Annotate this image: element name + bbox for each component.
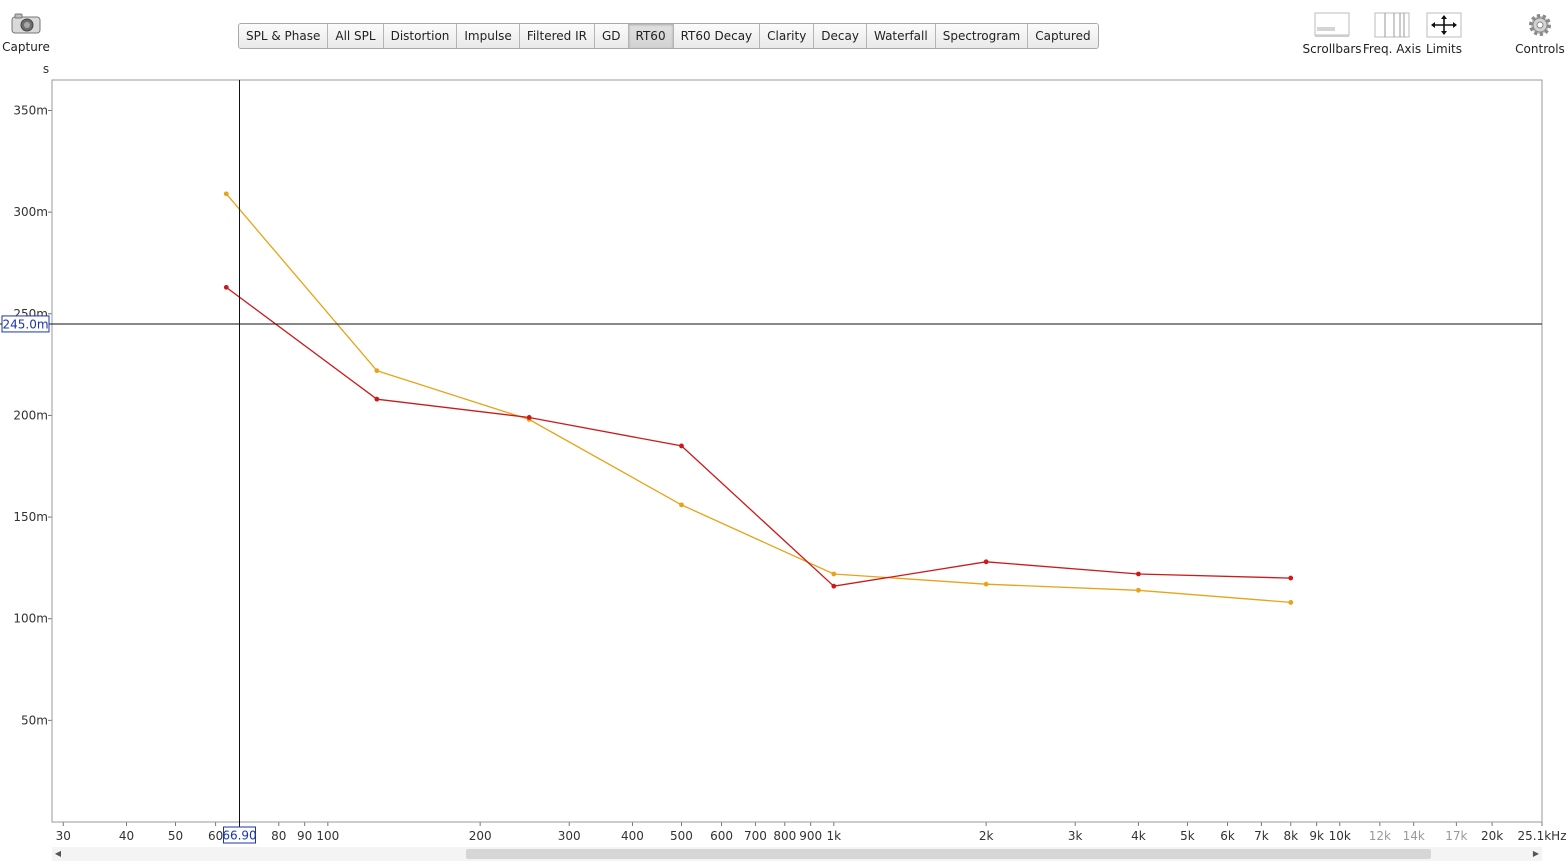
y-tick-label: 100m — [13, 612, 48, 626]
x-tick-label: 9k — [1309, 829, 1324, 843]
x-tick-label: 800 — [773, 829, 796, 843]
x-tick-label: 40 — [119, 829, 134, 843]
x-tick-label: 10k — [1329, 829, 1351, 843]
capture-label: Capture — [2, 40, 50, 54]
x-tick-label: 80 — [271, 829, 286, 843]
tab-clarity[interactable]: Clarity — [760, 24, 815, 48]
y-axis-unit-label: s — [43, 62, 49, 76]
freq-axis-button[interactable]: Freq. Axis — [1362, 10, 1422, 58]
x-tick-label: 300 — [558, 829, 581, 843]
x-tick-label: 17k — [1445, 829, 1467, 843]
x-tick-label: 5k — [1180, 829, 1195, 843]
y-tick-label: 50m — [21, 713, 48, 727]
tab-decay[interactable]: Decay — [814, 24, 867, 48]
y-tick-label: 300m — [13, 205, 48, 219]
tab-filtered-ir[interactable]: Filtered IR — [519, 24, 595, 48]
series-point-0 — [831, 571, 837, 577]
x-tick-label: 20k — [1481, 829, 1503, 843]
scrollbars-label: Scrollbars — [1302, 42, 1362, 56]
series-point-1 — [1136, 571, 1141, 577]
y-tick-label: 150m — [13, 510, 48, 524]
x-tick-label: 3k — [1068, 829, 1083, 843]
plot-area[interactable] — [51, 79, 1543, 823]
series-point-1 — [374, 396, 380, 402]
limits-label: Limits — [1426, 42, 1462, 56]
tab-spl-phase[interactable]: SPL & Phase — [239, 24, 329, 48]
scrollbar-thumb[interactable] — [466, 849, 1431, 859]
tab-all-spl[interactable]: All SPL — [328, 24, 384, 48]
series-point-0 — [374, 368, 380, 374]
series-point-0 — [223, 191, 229, 197]
scroll-left-arrow-icon[interactable]: ◀ — [52, 847, 64, 861]
tab-rt60[interactable]: RT60 — [628, 24, 674, 48]
controls-label: Controls — [1515, 42, 1565, 56]
series-point-0 — [1288, 600, 1294, 605]
controls-button[interactable]: Controls — [1512, 10, 1568, 58]
tab-distortion[interactable]: Distortion — [383, 24, 458, 48]
x-tick-label: 50 — [168, 829, 183, 843]
tab-rt60-decay[interactable]: RT60 Decay — [673, 24, 761, 48]
x-tick-label: 8k — [1283, 829, 1298, 843]
x-tick-label: 2k — [979, 829, 994, 843]
x-tick-label: 900 — [799, 829, 822, 843]
horizontal-scrollbar[interactable]: ◀ ▶ — [52, 847, 1542, 861]
x-tick-label: 400 — [621, 829, 644, 843]
x-tick-label: 4k — [1131, 829, 1146, 843]
freq-axis-icon — [1374, 12, 1410, 38]
tab-spectrogram[interactable]: Spectrogram — [935, 24, 1029, 48]
x-tick-label: 600 — [710, 829, 733, 843]
scrollbars-button[interactable]: Scrollbars — [1302, 10, 1362, 58]
x-tick-label: 90 — [297, 829, 312, 843]
x-tick-label: 25.1kHz — [1518, 829, 1567, 843]
y-tick-label: 200m — [13, 408, 48, 422]
cursor-value-readout: 245.0m — [2, 317, 48, 331]
x-tick-label: 200 — [469, 829, 492, 843]
series-point-0 — [1136, 587, 1141, 593]
x-tick-label: 700 — [744, 829, 767, 843]
cursor-freq-readout: 66.90 — [222, 829, 256, 843]
series-point-0 — [983, 581, 989, 587]
scrollbars-icon — [1314, 12, 1350, 37]
series-point-1 — [831, 583, 837, 589]
series-point-1 — [983, 559, 989, 565]
series-point-1 — [223, 284, 229, 290]
x-tick-label: 6k — [1220, 829, 1235, 843]
x-tick-label: 60 — [208, 829, 223, 843]
series-point-1 — [679, 443, 684, 449]
scroll-right-arrow-icon[interactable]: ▶ — [1530, 847, 1542, 861]
view-tab-bar: SPL & Phase All SPL Distortion Impulse Filte… — [238, 23, 1099, 49]
camera-icon — [11, 13, 41, 34]
rt60-chart[interactable]: 30 40 50 60 80 90 100 200 300 400 500 600 700 800 900 1… — [0, 60, 1568, 850]
freq-axis-label: Freq. Axis — [1362, 42, 1422, 56]
x-tick-label: 1k — [827, 829, 842, 843]
gear-icon — [1529, 14, 1551, 36]
tab-impulse[interactable]: Impulse — [457, 24, 520, 48]
series-point-1 — [1288, 575, 1294, 581]
series-point-0 — [679, 502, 684, 508]
y-tick-label: 350m — [13, 103, 48, 117]
x-tick-label: 30 — [56, 829, 71, 843]
series-point-1 — [526, 415, 532, 420]
tab-waterfall[interactable]: Waterfall — [866, 24, 936, 48]
x-tick-label: 14k — [1403, 829, 1425, 843]
tab-captured[interactable]: Captured — [1028, 24, 1098, 48]
capture-button[interactable]: Capture — [2, 10, 50, 58]
x-tick-label: 12k — [1369, 829, 1391, 843]
limits-arrows-icon — [1426, 12, 1462, 38]
x-tick-label: 100 — [316, 829, 339, 843]
limits-button[interactable]: Limits — [1420, 10, 1468, 58]
x-tick-label: 7k — [1254, 829, 1269, 843]
tab-gd[interactable]: GD — [594, 24, 629, 48]
x-tick-label: 500 — [670, 829, 693, 843]
